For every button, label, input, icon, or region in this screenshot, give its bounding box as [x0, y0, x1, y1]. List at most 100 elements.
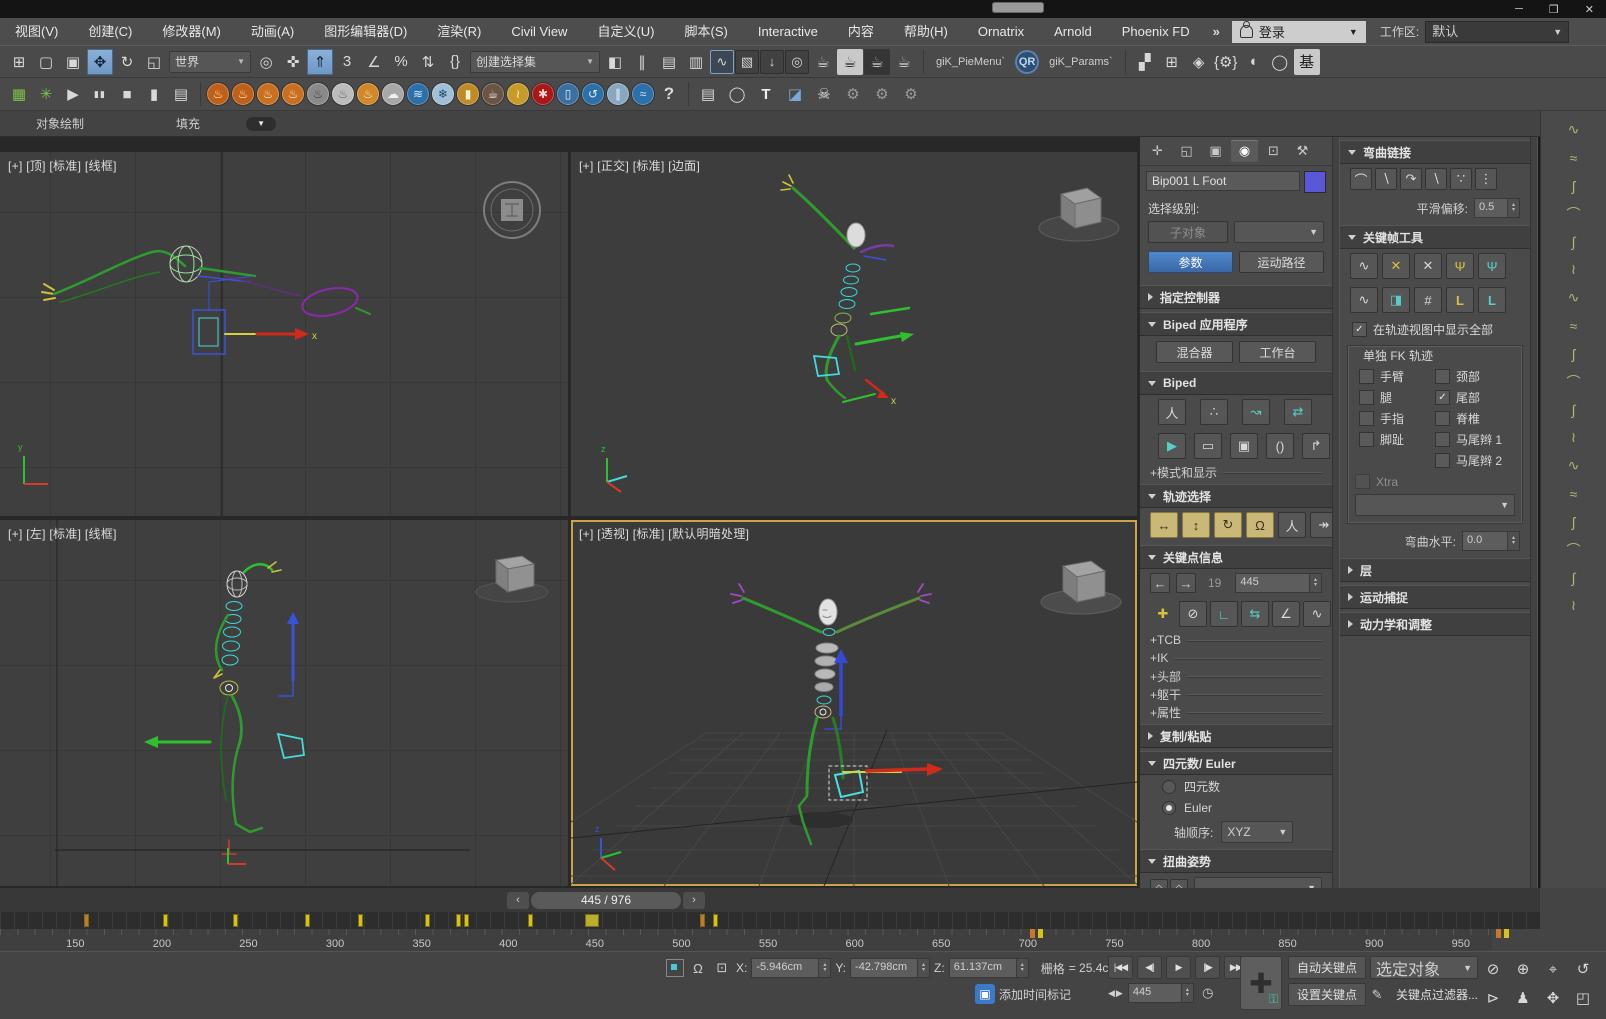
fk-track-checkbox-row[interactable]: 手臂	[1359, 366, 1435, 387]
zoom-icon[interactable]: ⊘	[1480, 956, 1506, 982]
spinner[interactable]: ▴▾	[1309, 574, 1321, 592]
ornatrix-tool-icon[interactable]: ⌒	[1559, 539, 1589, 560]
fov-icon[interactable]: ⊳	[1480, 985, 1506, 1011]
object-name-field[interactable]: Bip001 L Foot	[1146, 171, 1300, 191]
qr-button[interactable]: QR	[1015, 50, 1039, 74]
viewcube[interactable]	[1039, 188, 1119, 241]
cat-muscle-icon[interactable]: ◯	[724, 81, 750, 107]
phoenix-ice-icon[interactable]: ❄	[432, 83, 454, 105]
menu-modifiers[interactable]: 修改器(M)	[147, 19, 236, 45]
curve-editor-icon[interactable]: ∿	[710, 50, 734, 74]
phoenix-honey-icon[interactable]: ≀	[507, 83, 529, 105]
viewport-perspective-label[interactable]: [+] [透视] [标准] [默认明暗处理]	[579, 525, 749, 542]
set-sliding-key-icon[interactable]: ⇆	[1241, 601, 1269, 627]
sub-object-button[interactable]: 子对象	[1148, 221, 1228, 243]
select-and-link-icon[interactable]: ⊞	[6, 49, 32, 75]
orbit-icon[interactable]: ↺	[1570, 956, 1596, 982]
maximize-viewport-icon[interactable]: ◰	[1570, 985, 1596, 1011]
fk-track-checkbox[interactable]	[1359, 411, 1374, 426]
ornatrix-tool-icon[interactable]: ⌒	[1559, 203, 1589, 224]
anchor-right-foot-icon[interactable]: L	[1478, 287, 1506, 313]
biped-skeleton-perspective[interactable]	[731, 584, 943, 844]
menu-civil-view[interactable]: Civil View	[496, 19, 582, 45]
frame-step-arrows[interactable]: ◀▶	[1108, 988, 1124, 999]
viewport-ortho-label[interactable]: [+] [正交] [标准] [边面]	[579, 157, 700, 174]
select-and-rotate-icon[interactable]: ↻	[114, 49, 140, 75]
stop-sim-icon[interactable]: ■	[114, 81, 140, 107]
keyframe-tick[interactable]	[464, 914, 469, 927]
lock-selection-icon[interactable]: Ω	[688, 958, 708, 978]
object-color-swatch[interactable]	[1304, 171, 1326, 193]
fk-track-checkbox[interactable]	[1359, 432, 1374, 447]
selection-region-icon[interactable]	[666, 959, 684, 977]
menu-scripting[interactable]: 脚本(S)	[669, 19, 742, 45]
com-position-icon[interactable]: 人	[1278, 512, 1306, 538]
minimize-button[interactable]: ─	[1515, 3, 1523, 15]
auto-key-button[interactable]: 自动关键点	[1288, 956, 1366, 979]
show-all-tracks-checkbox-row[interactable]: 在轨迹视图中显示全部	[1340, 317, 1530, 342]
next-key-button[interactable]: →	[1176, 573, 1196, 593]
quaternion-radio[interactable]	[1162, 780, 1176, 794]
cat-play-icon[interactable]: ⚙	[869, 81, 895, 107]
rollout-track-selection[interactable]: 轨迹选择	[1140, 484, 1332, 508]
fk-track-checkbox-row[interactable]: 脊椎	[1435, 408, 1511, 429]
previous-frame-arrow[interactable]: ‹	[507, 892, 529, 909]
fk-track-checkbox[interactable]	[1435, 369, 1450, 384]
viewcube[interactable]	[476, 556, 548, 602]
maximize-button[interactable]: ❒	[1549, 3, 1559, 16]
gik-piemenu-button[interactable]: giK_PieMenu`	[930, 56, 1011, 68]
biped-skeleton-ortho[interactable]: x	[781, 175, 914, 407]
keyframe-tick[interactable]	[233, 914, 238, 927]
tab-create[interactable]: ✛	[1144, 140, 1171, 162]
rollout-assign-controller[interactable]: 指定控制器	[1140, 285, 1332, 309]
tab-display[interactable]: ⊡	[1260, 140, 1287, 162]
keyframe-tick[interactable]	[713, 914, 718, 927]
cat-step-back-icon[interactable]: ⚙	[840, 81, 866, 107]
render-setup-icon[interactable]: ◎	[785, 50, 809, 74]
cat-step-forward-icon[interactable]: ⚙	[898, 81, 924, 107]
menu-graph-editors[interactable]: 图形编辑器(D)	[309, 19, 422, 45]
panel-scrollbar[interactable]	[1530, 137, 1538, 888]
schematic-view-icon[interactable]: ▧	[735, 50, 759, 74]
walk-through-icon[interactable]: ♟	[1510, 985, 1536, 1011]
keyframe-tick[interactable]	[305, 914, 310, 927]
rollout-layers[interactable]: 层	[1340, 558, 1530, 582]
keyframe-tick[interactable]	[84, 914, 89, 927]
fk-track-checkbox-row[interactable]: 颈部	[1435, 366, 1511, 387]
body-horizontal-icon[interactable]: ↔	[1150, 512, 1178, 538]
fk-track-checkbox[interactable]	[1359, 390, 1374, 405]
named-selection-sets-icon[interactable]: {}	[442, 49, 468, 75]
fk-track-checkbox-row[interactable]: 尾部	[1435, 387, 1511, 408]
ornatrix-tool-icon[interactable]: ∿	[1559, 119, 1589, 140]
menu-interactive[interactable]: Interactive	[743, 19, 833, 45]
z-coordinate-field[interactable]: 61.137cm▴▾	[949, 958, 1029, 978]
diamond-tool-icon[interactable]: ◈	[1186, 49, 1212, 75]
quad-windows-icon[interactable]: ⊞	[1159, 49, 1185, 75]
fk-track-checkbox-row[interactable]: 手指	[1359, 408, 1435, 429]
circle-tool-icon[interactable]: ◯	[1267, 49, 1293, 75]
login-button[interactable]: 登录 ▼	[1232, 21, 1366, 43]
key-filters-button[interactable]: 关键点过滤器...	[1388, 984, 1486, 1005]
phoenix-candle-icon[interactable]: ♨	[357, 83, 379, 105]
key-info-section[interactable]: +头部	[1140, 667, 1332, 685]
keyframe-tick[interactable]	[528, 914, 533, 927]
x-coordinate-field[interactable]: -5.946cm▴▾	[751, 958, 831, 978]
select-and-move-icon[interactable]: ✥	[87, 49, 113, 75]
set-free-key-icon[interactable]: ∠	[1272, 601, 1300, 627]
rollout-copy-paste[interactable]: 复制/粘贴	[1140, 724, 1332, 748]
add-time-tag[interactable]: 添加时间标记	[999, 986, 1071, 1003]
particle-star-icon[interactable]: ✳	[33, 81, 59, 107]
fk-track-checkbox-row[interactable]: 马尾辫 2	[1435, 450, 1511, 471]
quaternion-radio-row[interactable]: 四元数	[1140, 775, 1332, 798]
phoenix-fire-icon[interactable]: ♨	[207, 83, 229, 105]
ornatrix-tool-icon[interactable]: ≀	[1559, 427, 1589, 448]
ornatrix-tool-icon[interactable]: ∿	[1559, 287, 1589, 308]
viewport-left[interactable]: [+] [左] [标准] [线框]	[0, 520, 568, 886]
menu-help[interactable]: 帮助(H)	[889, 19, 963, 45]
keyframe-tick[interactable]	[163, 914, 168, 927]
phoenix-coffee-icon[interactable]: ☕	[482, 83, 504, 105]
phoenix-burst-b-icon[interactable]: ♨	[282, 83, 304, 105]
zoom-extents-icon[interactable]: ⌖	[1540, 956, 1566, 982]
menu-arnold[interactable]: Arnold	[1039, 19, 1107, 45]
keyboard-override-icon[interactable]: ⇑	[307, 49, 333, 75]
